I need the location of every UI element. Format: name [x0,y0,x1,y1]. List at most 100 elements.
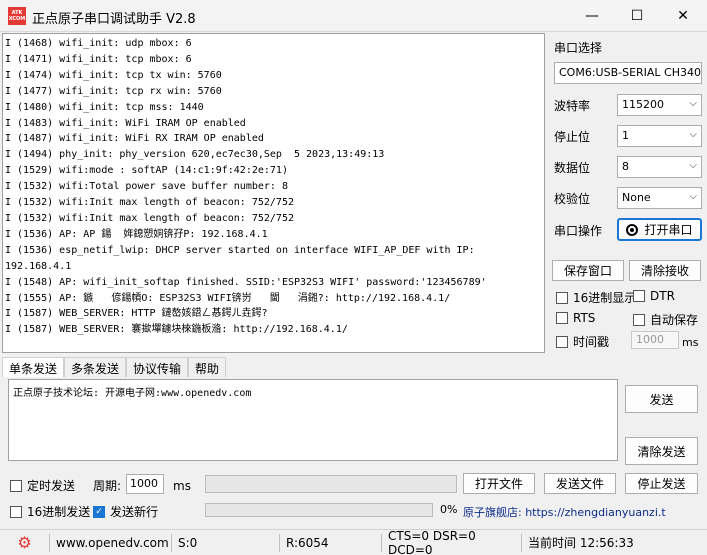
data-bits-label: 数据位 [554,161,591,175]
clear-send-button[interactable]: 清除发送 [625,437,698,465]
port-operation-label: 串口操作 [554,224,603,238]
tab-protocol[interactable]: 协议传输 [126,357,189,377]
chevron-down-icon: ⌵ [689,191,697,202]
open-file-button[interactable]: 打开文件 [463,473,535,494]
status-website[interactable]: www.openedv.com [50,533,172,552]
receive-line: I (1471) wifi_init: tcp mbox: 6 [5,53,192,65]
receive-line: I (1587) WEB_SERVER: HTTP 鏈嶅姟鍣ㄥ惎鍔ㄦ垚鍔? [5,308,268,320]
receive-line: 192.168.4.1 [5,260,72,272]
timestamp-checkbox[interactable] [556,335,568,348]
period-unit: ms [173,479,191,493]
auto-save-option[interactable]: 自动保存 [633,311,698,328]
hex-send-checkbox[interactable] [10,505,22,518]
timestamp-label: 时间戳 [573,335,610,349]
dtr-checkbox[interactable] [633,290,645,302]
receive-line: I (1536) AP: AP 鍚 姩鎴愬姛锛孖P: 192.168.4.1 [5,228,268,240]
send-file-button[interactable]: 发送文件 [544,473,616,494]
chevron-down-icon: ⌵ [689,98,697,109]
send-button[interactable]: 发送 [625,385,698,413]
send-newline-checkbox[interactable]: ✓ [93,505,105,518]
parity-value: None [622,191,651,204]
send-text-area[interactable]: 正点原子技术论坛: 开源电子网:www.openedv.com [8,379,618,461]
receive-line: I (1532) wifi:Total power save buffer nu… [5,181,288,193]
hex-display-checkbox[interactable] [556,291,568,304]
port-select-value: COM6:USB-SERIAL CH340 [559,66,702,79]
rts-label: RTS [573,311,596,325]
baud-rate-value: 115200 [622,98,664,111]
receive-line: I (1483) wifi_init: WiFi IRAM OP enabled [5,117,246,129]
settings-gear-icon[interactable]: ⚙ [0,533,50,552]
hex-send-label: 16进制发送 [27,505,91,519]
parity-select[interactable]: None ⌵ [617,187,702,209]
auto-save-label: 自动保存 [650,313,699,327]
send-tabs: 单条发送 多条发送 协议传输 帮助 [2,357,227,377]
window-title: 正点原子串口调试助手 V2.8 [32,12,196,27]
tab-single-send[interactable]: 单条发送 [2,357,65,377]
auto-save-checkbox[interactable] [633,313,645,326]
dtr-option[interactable]: DTR [633,289,675,303]
timed-send-label: 定时发送 [27,479,76,493]
store-link[interactable]: 原子旗舰店: https://zhengdianyuanzi.t [463,504,705,520]
receive-line: I (1474) wifi_init: tcp tx win: 5760 [5,69,222,81]
timed-send-option[interactable]: 定时发送 [10,477,75,494]
minimize-button[interactable]: — [569,0,615,32]
status-sent-count: S:0 [172,533,280,552]
title-bar: ATK XCOM 正点原子串口调试助手 V2.8 — ☐ ✕ [0,0,707,32]
clear-receive-button[interactable]: 清除接收 [629,260,701,281]
receive-line: I (1529) wifi:mode : softAP (14:c1:9f:42… [5,165,288,177]
status-received-count: R:6054 [280,533,382,552]
receive-text-area[interactable]: I (1468) wifi_init: udp mbox: 6 I (1471) … [2,33,545,353]
hex-display-label: 16进制显示 [573,291,637,305]
file-progress-bar [205,503,433,517]
receive-line: I (1477) wifi_init: tcp rx win: 5760 [5,85,222,97]
timed-send-checkbox[interactable] [10,479,22,492]
hex-send-option[interactable]: 16进制发送 [10,503,90,520]
baud-rate-select[interactable]: 115200 ⌵ [617,94,702,116]
baud-rate-label: 波特率 [554,99,591,113]
save-window-button[interactable]: 保存窗口 [552,260,624,281]
receive-line: I (1536) esp_netif_lwip: DHCP server sta… [5,244,475,256]
stop-bits-select[interactable]: 1 ⌵ [617,125,702,147]
radio-icon [626,223,639,236]
chevron-down-icon: ⌵ [689,160,697,171]
stop-bits-value: 1 [622,129,629,142]
period-label: 周期: [93,479,122,493]
receive-line: I (1480) wifi_init: tcp mss: 1440 [5,101,204,113]
receive-line: I (1487) wifi_init: WiFi RX IRAM OP enab… [5,133,264,145]
receive-line: I (1494) phy_init: phy_version 620,ec7ec… [5,149,385,161]
timestamp-option[interactable]: 时间戳 [556,333,609,350]
send-newline-label: 发送新行 [110,505,159,519]
data-bits-value: 8 [622,160,629,173]
receive-line: I (1532) wifi:Init max length of beacon:… [5,197,294,209]
rts-option[interactable]: RTS [556,311,595,325]
status-bar: ⚙ www.openedv.com S:0 R:6054 CTS=0 DSR=0… [0,529,707,555]
receive-line: I (1587) WEB_SERVER: 褰撳墠鐪块棶鍦板潃: http://1… [5,324,348,336]
data-bits-select[interactable]: 8 ⌵ [617,156,702,178]
open-port-label: 打开串口 [644,223,693,237]
stop-bits-label: 停止位 [554,130,591,144]
receive-line: I (1555) AP: 鏃 偐鍚幊O: ESP32S3 WIFI锛岃 閫 涓鎺… [5,292,451,304]
chevron-down-icon: ⌵ [689,129,697,140]
open-port-button[interactable]: 打开串口 [617,218,702,241]
tab-help[interactable]: 帮助 [188,357,227,377]
port-select-label: 串口选择 [554,41,603,55]
close-button[interactable]: ✕ [660,0,706,32]
tab-multi-send[interactable]: 多条发送 [64,357,127,377]
receive-line: I (1532) wifi:Init max length of beacon:… [5,212,294,224]
receive-line: I (1468) wifi_init: udp mbox: 6 [5,38,192,49]
status-line-states: CTS=0 DSR=0 DCD=0 [382,529,522,555]
hex-display-option[interactable]: 16进制显示 [556,289,636,306]
period-input[interactable]: 1000 [126,474,164,494]
status-current-time: 当前时间 12:56:33 [528,536,634,550]
stop-send-button[interactable]: 停止发送 [625,473,698,494]
dtr-label: DTR [650,289,675,303]
send-newline-option[interactable]: ✓ 发送新行 [93,503,158,520]
timestamp-interval-input[interactable]: 1000 [631,331,679,349]
logo-bottom-text: XCOM [8,16,26,22]
file-progress-percent: 0% [440,503,458,516]
receive-line: I (1548) AP: wifi_init_softap finished. … [5,276,487,288]
maximize-button[interactable]: ☐ [614,0,660,32]
parity-label: 校验位 [554,192,591,206]
rts-checkbox[interactable] [556,312,568,324]
port-select[interactable]: COM6:USB-SERIAL CH340 [554,62,702,84]
